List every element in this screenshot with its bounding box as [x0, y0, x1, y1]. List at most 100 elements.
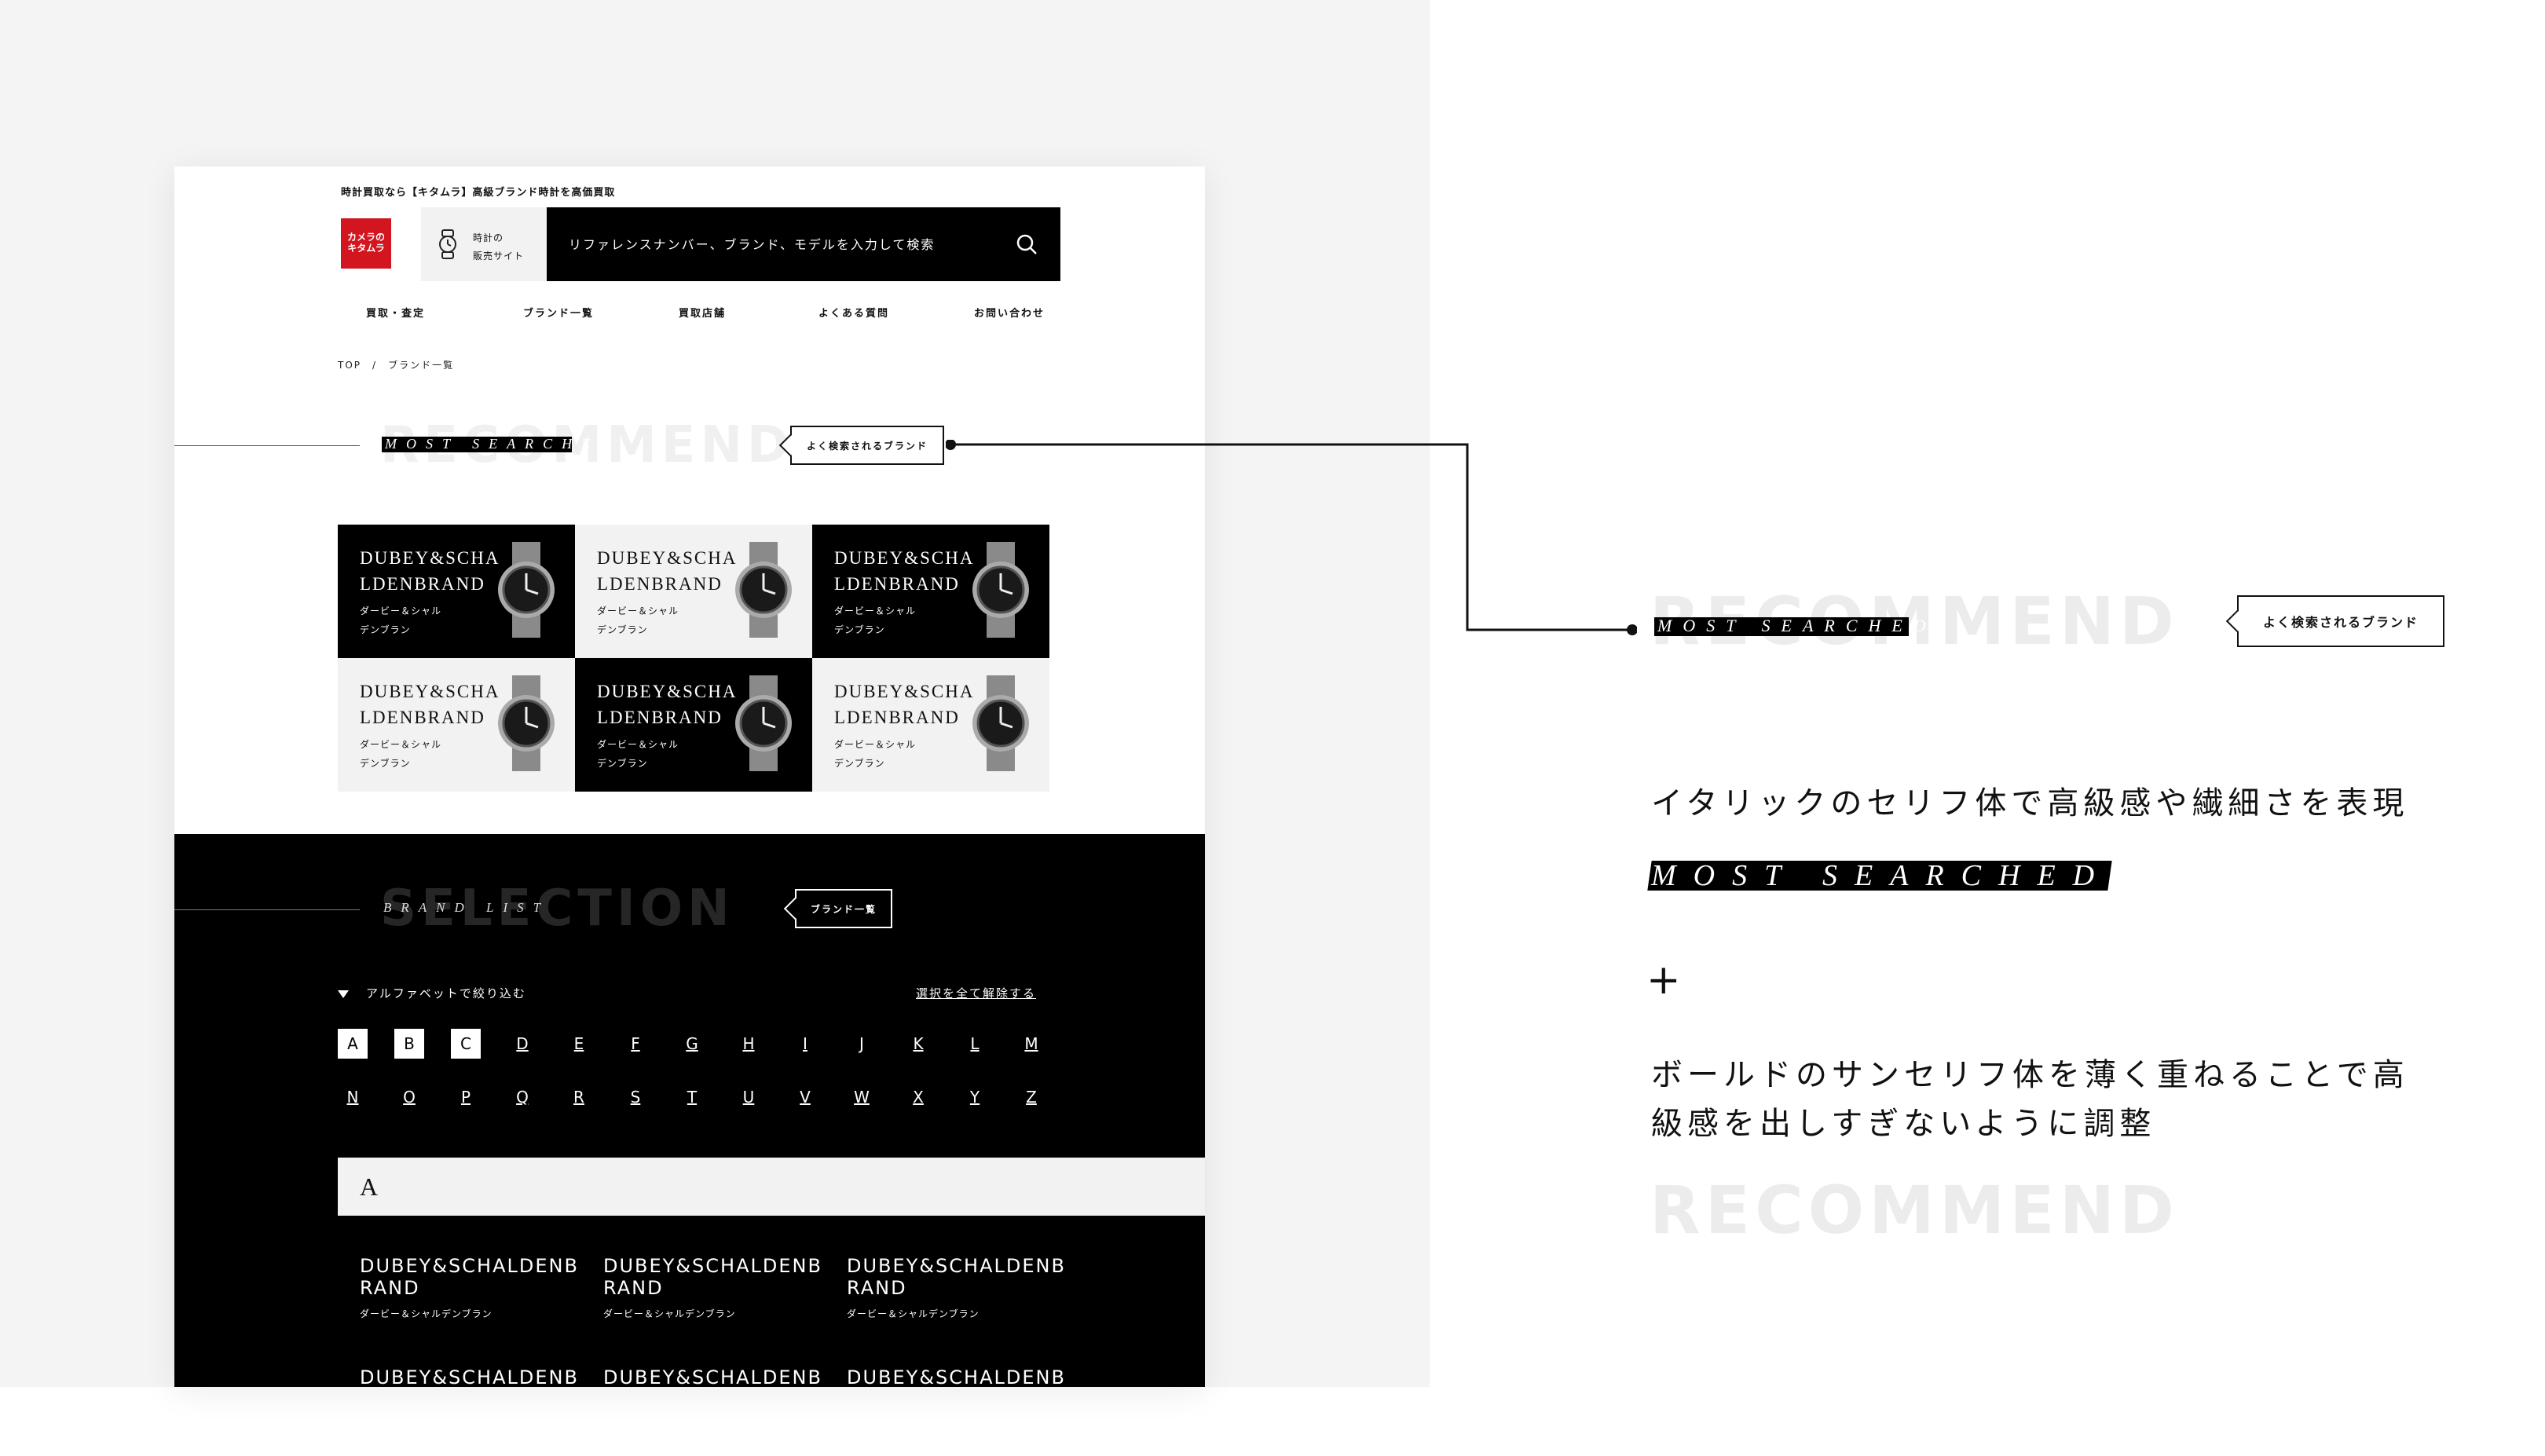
letter-filter-f[interactable]: F — [621, 1029, 650, 1059]
brand-card[interactable]: DUBEY&SCHA LDENBRAND ダービー＆シャル デンブラン — [575, 658, 812, 792]
brand-list-item-kana: ダービー＆シャルデンブラン — [603, 1308, 736, 1319]
brand-list-item[interactable]: DUBEY&SCHALDENBR — [360, 1366, 588, 1387]
callout-bubble: よく検索されるブランド — [2237, 595, 2444, 647]
brand-card-name: DUBEY&SCHA LDENBRAND — [834, 682, 974, 727]
nav-item-contact[interactable]: お問い合わせ — [974, 305, 1045, 320]
search-input[interactable] — [547, 207, 994, 281]
brand-card-kana-line-1: ダービー＆シャル — [597, 605, 679, 616]
letter-filter-i[interactable]: I — [790, 1029, 820, 1059]
letter-filter-e[interactable]: E — [564, 1029, 594, 1059]
nav-item-stores[interactable]: 買取店舗 — [679, 305, 726, 320]
watch-icon — [439, 229, 456, 259]
letter-filter-g[interactable]: G — [677, 1029, 707, 1059]
brand-card-kana: ダービー＆シャル デンブラン — [597, 735, 707, 773]
letter-filter-l[interactable]: L — [960, 1029, 990, 1059]
letter-filter-n[interactable]: N — [338, 1082, 368, 1112]
letter-filter-q[interactable]: Q — [507, 1082, 537, 1112]
recommend-bubble: よく検索されるブランド — [790, 426, 944, 465]
watch-shop-link[interactable]: 時計の 販売サイト — [421, 207, 547, 281]
letter-filter-u[interactable]: U — [734, 1082, 764, 1112]
brand-card[interactable]: DUBEY&SCHA LDENBRAND ダービー＆シャル デンブラン — [338, 658, 575, 792]
brand-list-item[interactable]: DUBEY&SCHALDENBRAND ダービー＆シャルデンブラン — [603, 1255, 831, 1320]
letter-filter-h[interactable]: H — [734, 1029, 764, 1059]
section-rule — [174, 909, 360, 910]
brand-card-kana-line-2: デンブラン — [834, 624, 885, 635]
brand-card-kana-line-1: ダービー＆シャル — [597, 739, 679, 750]
brand-list-item[interactable]: DUBEY&SCHALDENBRAND ダービー＆シャルデンブラン — [360, 1255, 588, 1320]
letter-group-heading: A — [338, 1158, 1205, 1216]
brand-card-kana: ダービー＆シャル デンブラン — [360, 602, 470, 639]
logo-line-1: カメラの — [346, 232, 385, 243]
watch-image — [735, 675, 792, 771]
watch-image — [972, 675, 1029, 771]
letter-filter-r[interactable]: R — [564, 1082, 594, 1112]
annotation-text-serif: イタリックのセリフ体で高級感や繊細さを表現 — [1651, 785, 2409, 821]
callout-connector — [946, 440, 1637, 635]
letter-filter-z[interactable]: Z — [1016, 1082, 1046, 1112]
search-icon[interactable] — [1015, 232, 1038, 256]
brand-list-bubble: ブランド一覧 — [795, 889, 892, 928]
search-bar — [547, 207, 1060, 281]
brand-list-item-kana: ダービー＆シャルデンブラン — [360, 1308, 493, 1319]
callout-label: MOST SEARCHED — [1657, 616, 1937, 635]
breadcrumb-separator: / — [372, 360, 378, 371]
nav-item-brands[interactable]: ブランド一覧 — [523, 305, 594, 320]
alphabet-filter-label: アルファベットで絞り込む — [338, 985, 526, 1001]
letter-filter-p[interactable]: P — [451, 1082, 481, 1112]
brand-card-kana-line-1: ダービー＆シャル — [360, 739, 442, 750]
brand-card[interactable]: DUBEY&SCHA LDENBRAND ダービー＆シャル デンブラン — [338, 525, 575, 658]
shop-link-line-1: 時計の — [473, 232, 504, 243]
letter-filter-d[interactable]: D — [507, 1029, 537, 1059]
letter-filter-j[interactable]: J — [847, 1029, 877, 1059]
letter-filter-t[interactable]: T — [677, 1082, 707, 1112]
annotation-text-sans-line-1: ボールドのサンセリフ体を薄く重ねることで高 — [1651, 1057, 2409, 1093]
nav-item-purchase[interactable]: 買取・査定 — [366, 305, 425, 320]
brand-list-item[interactable]: DUBEY&SCHALDENBRAND ダービー＆シャルデンブラン — [847, 1255, 1075, 1320]
brand-card-kana-line-1: ダービー＆シャル — [360, 605, 442, 616]
section-rule — [174, 445, 360, 446]
breadcrumb: TOP / ブランド一覧 — [338, 358, 454, 371]
brand-card-name: DUBEY&SCHA LDENBRAND — [360, 682, 500, 727]
brand-card-name: DUBEY&SCHA LDENBRAND — [360, 548, 500, 594]
brand-card-kana-line-2: デンブラン — [597, 758, 648, 769]
brand-card-kana-line-1: ダービー＆シャル — [834, 739, 917, 750]
sample-label: MOST SEARCHED — [1651, 859, 2112, 892]
letter-filter-x[interactable]: X — [903, 1082, 933, 1112]
logo-line-2: キタムラ — [347, 243, 385, 254]
letter-filter-w[interactable]: W — [847, 1082, 877, 1112]
site-tagline: 時計買取なら【キタムラ】高級ブランド時計を高価買取 — [341, 187, 616, 199]
brand-card-name: DUBEY&SCHA LDENBRAND — [597, 548, 737, 594]
clear-all-link[interactable]: 選択を全て解除する — [916, 985, 1036, 1001]
breadcrumb-home[interactable]: TOP — [338, 360, 361, 371]
letter-filter-s[interactable]: S — [621, 1082, 650, 1112]
letter-filter-v[interactable]: V — [790, 1082, 820, 1112]
breadcrumb-current: ブランド一覧 — [388, 360, 455, 371]
kitamura-logo[interactable]: カメラの キタムラ — [341, 218, 391, 269]
brand-list-label: BRAND LIST — [383, 900, 551, 915]
watch-image — [498, 542, 555, 638]
nav-item-faq[interactable]: よくある質問 — [818, 305, 889, 320]
brand-card[interactable]: DUBEY&SCHA LDENBRAND ダービー＆シャル デンブラン — [812, 658, 1049, 792]
watch-image — [498, 675, 555, 771]
filter-icon — [338, 990, 349, 998]
brand-list-section: SELECTION BRAND LIST ブランド一覧 アルファベットで絞り込む… — [174, 834, 1205, 1387]
brand-list-item-name: DUBEY&SCHALDENBRAND — [847, 1255, 1066, 1299]
recommend-label: MOST SEARCHED — [385, 436, 620, 452]
brand-card-kana-line-2: デンブラン — [834, 758, 885, 769]
letter-filter-b[interactable]: B — [394, 1029, 424, 1059]
letter-filter-c[interactable]: C — [451, 1029, 481, 1059]
brand-list-item-name: DUBEY&SCHALDENBR — [847, 1366, 1066, 1387]
brand-card[interactable]: DUBEY&SCHA LDENBRAND ダービー＆シャル デンブラン — [575, 525, 812, 658]
annotation-text-sans: ボールドのサンセリフ体を薄く重ねることで高 級感を出しすぎないように調整 — [1651, 1051, 2409, 1148]
letter-filter-y[interactable]: Y — [960, 1082, 990, 1112]
brand-list-item-name: DUBEY&SCHALDENBR — [360, 1366, 579, 1387]
letter-filter-a[interactable]: A — [338, 1029, 368, 1059]
letter-filter-k[interactable]: K — [903, 1029, 933, 1059]
letter-filter-m[interactable]: M — [1016, 1029, 1046, 1059]
brand-list-item[interactable]: DUBEY&SCHALDENBR — [603, 1366, 831, 1387]
brand-card-kana: ダービー＆シャル デンブラン — [834, 735, 944, 773]
letter-filter-o[interactable]: O — [394, 1082, 424, 1112]
recommend-grid: DUBEY&SCHA LDENBRAND ダービー＆シャル デンブラン DUBEY… — [338, 525, 1049, 792]
brand-list-item-name: DUBEY&SCHALDENBRAND — [603, 1255, 822, 1299]
brand-list-item[interactable]: DUBEY&SCHALDENBR — [847, 1366, 1075, 1387]
